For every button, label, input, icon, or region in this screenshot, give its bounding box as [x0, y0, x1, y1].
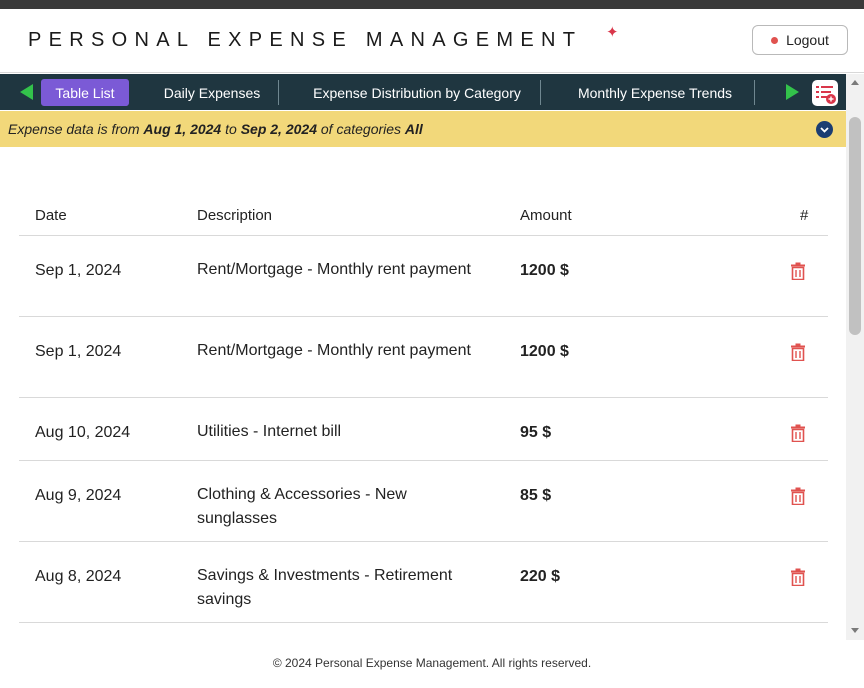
trash-icon[interactable] — [791, 487, 805, 506]
banner-text: Expense data is from Aug 1, 2024 to Sep … — [8, 121, 423, 137]
trash-icon[interactable] — [791, 343, 805, 362]
vertical-scrollbar[interactable] — [846, 74, 864, 640]
trash-icon[interactable] — [791, 262, 805, 281]
tab-monthly-trends[interactable]: Monthly Expense Trends — [562, 79, 748, 106]
tab-divider — [754, 80, 755, 105]
tab-divider — [278, 80, 279, 105]
row-date: Aug 9, 2024 — [35, 487, 122, 504]
table-row: Sep 1, 2024 Rent/Mortgage - Monthly rent… — [19, 236, 828, 317]
row-amount: 85 $ — [520, 487, 552, 504]
row-description: Rent/Mortgage - Monthly rent payment — [197, 261, 471, 278]
status-dot-icon — [771, 36, 779, 44]
chevron-down-icon[interactable] — [816, 121, 833, 138]
row-amount: 1200 $ — [520, 343, 569, 360]
row-description: Savings & Investments - Retirement savin… — [197, 567, 453, 608]
scroll-right-arrow-icon[interactable] — [786, 84, 799, 100]
logout-label: Logout — [786, 32, 829, 48]
expense-table: Date Description Amount # Sep 1, 2024 Re… — [19, 195, 828, 623]
scroll-thumb[interactable] — [849, 117, 861, 335]
row-date: Sep 1, 2024 — [35, 262, 122, 279]
scroll-left-arrow-icon[interactable] — [20, 84, 33, 100]
date-range-banner: Expense data is from Aug 1, 2024 to Sep … — [0, 111, 846, 147]
row-date: Aug 10, 2024 — [35, 424, 131, 441]
app-title: PERSONAL EXPENSE MANAGEMENT — [28, 29, 583, 51]
row-amount: 1200 $ — [520, 262, 569, 279]
table-header: Date Description Amount # — [19, 195, 828, 236]
banner-categories: All — [404, 121, 423, 137]
row-description: Utilities - Internet bill — [197, 423, 342, 440]
row-date: Aug 8, 2024 — [35, 568, 122, 585]
row-description: Rent/Mortgage - Monthly rent payment — [197, 342, 471, 359]
header-date: Date — [35, 207, 67, 224]
tab-navbar: Table List Daily Expenses Expense Distri… — [0, 74, 846, 110]
scroll-up-icon[interactable] — [851, 80, 859, 85]
trash-icon[interactable] — [791, 424, 805, 443]
tab-daily-expenses[interactable]: Daily Expenses — [150, 79, 274, 106]
footer-copyright: © 2024 Personal Expense Management. All … — [272, 656, 592, 670]
tab-expense-distribution[interactable]: Expense Distribution by Category — [296, 79, 538, 106]
window-top-strip — [0, 0, 864, 9]
app-header: PERSONAL EXPENSE MANAGEMENT ✦ Logout — [0, 9, 864, 73]
row-description: Clothing & Accessories - New sunglasses — [197, 486, 407, 527]
sparkle-icon: ✦ — [606, 24, 619, 41]
table-row: Sep 1, 2024 Rent/Mortgage - Monthly rent… — [19, 317, 828, 398]
filter-list-icon[interactable] — [812, 80, 838, 106]
tab-divider — [540, 80, 541, 105]
banner-to-date: Sep 2, 2024 — [240, 121, 317, 137]
table-row: Aug 9, 2024 Clothing & Accessories - New… — [19, 461, 828, 542]
row-date: Sep 1, 2024 — [35, 343, 122, 360]
row-amount: 95 $ — [520, 424, 552, 441]
table-row: Aug 10, 2024 Utilities - Internet bill 9… — [19, 398, 828, 461]
logout-button[interactable]: Logout — [752, 25, 848, 55]
row-amount: 220 $ — [520, 568, 561, 585]
tab-table-list[interactable]: Table List — [41, 79, 129, 106]
header-amount: Amount — [520, 207, 572, 224]
banner-from-date: Aug 1, 2024 — [143, 121, 222, 137]
header-description: Description — [197, 207, 273, 224]
scroll-down-icon[interactable] — [851, 628, 859, 633]
table-row: Aug 8, 2024 Savings & Investments - Reti… — [19, 542, 828, 623]
trash-icon[interactable] — [791, 568, 805, 587]
header-actions: # — [800, 207, 809, 224]
